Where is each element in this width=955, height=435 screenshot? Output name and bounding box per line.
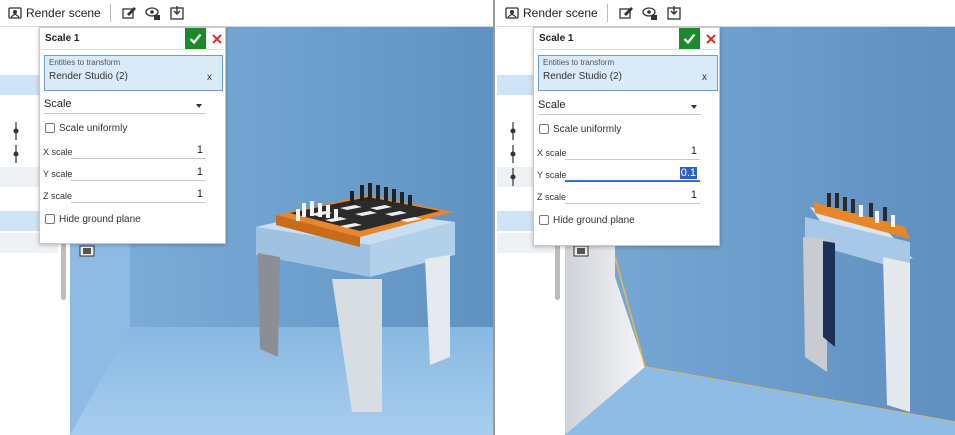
chevron-down-icon	[196, 104, 202, 108]
hide-ground-plane-checkbox[interactable]: Hide ground plane	[539, 213, 635, 227]
toolbar: Render scene	[0, 0, 493, 27]
x-scale-field[interactable]: X scale 1	[43, 144, 206, 160]
entities-label: Entities to transform	[49, 58, 121, 67]
camera-view-button[interactable]	[638, 2, 662, 24]
entities-to-transform-field[interactable]: Entities to transform Render Studio (2) …	[44, 55, 223, 91]
transform-type-select[interactable]: Scale	[44, 98, 206, 114]
transform-type-value: Scale	[44, 98, 72, 110]
transform-type-select[interactable]: Scale	[538, 99, 701, 115]
checkmark-icon	[683, 33, 696, 45]
appearance-edit-icon	[122, 7, 136, 19]
chevron-down-icon	[691, 105, 697, 109]
close-icon	[212, 33, 222, 44]
y-scale-value: 1	[196, 166, 203, 178]
render-scene-button[interactable]: Render scene	[502, 2, 601, 24]
mate-connector-icon	[510, 122, 516, 140]
scale-dialog: Scale 1 Entities to transform Render Stu…	[39, 27, 226, 244]
toolbar-divider	[109, 4, 111, 22]
camera-view-button[interactable]	[141, 2, 165, 24]
close-icon	[706, 33, 716, 44]
scale-uniformly-label: Scale uniformly	[553, 123, 622, 135]
checkbox-box[interactable]	[45, 123, 55, 133]
confirm-button[interactable]	[185, 28, 206, 49]
y-scale-field[interactable]: Y scale 0.1	[537, 167, 700, 183]
z-scale-label: Z scale	[43, 191, 73, 201]
x-scale-label: X scale	[537, 148, 567, 158]
entities-value: Render Studio (2)	[543, 71, 622, 82]
y-scale-input[interactable]: 0.1	[565, 167, 700, 182]
scale-uniformly-label: Scale uniformly	[59, 122, 128, 134]
export-image-icon	[667, 6, 681, 20]
checkbox-box[interactable]	[45, 214, 55, 224]
view-cube-icon[interactable]	[79, 243, 95, 257]
hide-ground-plane-checkbox[interactable]: Hide ground plane	[45, 212, 141, 226]
z-scale-input[interactable]: 1	[71, 188, 206, 203]
x-scale-value: 1	[690, 145, 697, 157]
export-image-icon	[170, 6, 184, 20]
hide-ground-plane-label: Hide ground plane	[59, 213, 141, 225]
mate-connector-icon	[510, 145, 516, 163]
x-scale-input[interactable]: 1	[565, 145, 700, 160]
mate-connector-icon	[13, 145, 19, 163]
render-scene-button[interactable]: Render scene	[5, 2, 104, 24]
appearance-edit-button[interactable]	[614, 2, 638, 24]
x-scale-field[interactable]: X scale 1	[537, 145, 700, 161]
export-image-button[interactable]	[662, 2, 686, 24]
x-scale-label: X scale	[43, 147, 73, 157]
cancel-button[interactable]	[208, 28, 226, 49]
z-scale-field[interactable]: Z scale 1	[537, 189, 700, 205]
clear-entities-button[interactable]: x	[207, 72, 212, 83]
entities-to-transform-field[interactable]: Entities to transform Render Studio (2) …	[538, 55, 718, 91]
scale-uniformly-checkbox[interactable]: Scale uniformly	[45, 121, 127, 135]
right-pane: Render scene Scale 1 Entities to transfo…	[497, 0, 955, 435]
left-pane: Render scene Scale 1 Entities to transfo…	[0, 0, 495, 435]
z-scale-field[interactable]: Z scale 1	[43, 188, 206, 204]
y-scale-value: 0.1	[679, 167, 697, 179]
checkbox-box[interactable]	[539, 215, 549, 225]
checkbox-box[interactable]	[539, 124, 549, 134]
hide-ground-plane-label: Hide ground plane	[553, 214, 635, 226]
render-scene-icon	[505, 7, 519, 19]
scale-dialog: Scale 1 Entities to transform Render Stu…	[533, 27, 720, 246]
camera-view-icon	[145, 7, 160, 20]
clear-entities-button[interactable]: x	[702, 72, 707, 83]
z-scale-input[interactable]: 1	[565, 189, 700, 204]
y-scale-input[interactable]: 1	[71, 166, 206, 181]
x-scale-input[interactable]: 1	[71, 144, 206, 159]
transform-type-value: Scale	[538, 99, 566, 111]
cancel-button[interactable]	[702, 28, 720, 49]
y-scale-label: Y scale	[43, 169, 73, 179]
render-scene-label: Render scene	[523, 6, 598, 20]
checkmark-icon	[189, 33, 202, 45]
appearance-edit-button[interactable]	[117, 2, 141, 24]
z-scale-label: Z scale	[537, 192, 567, 202]
scale-uniformly-checkbox[interactable]: Scale uniformly	[539, 122, 621, 136]
camera-view-icon	[642, 7, 657, 20]
z-scale-value: 1	[196, 188, 203, 200]
entities-label: Entities to transform	[543, 58, 615, 67]
z-scale-value: 1	[690, 189, 697, 201]
export-image-button[interactable]	[165, 2, 189, 24]
render-scene-label: Render scene	[26, 6, 101, 20]
entities-value: Render Studio (2)	[49, 71, 128, 82]
toolbar: Render scene	[497, 0, 955, 27]
toolbar-divider	[606, 4, 608, 22]
render-scene-icon	[8, 7, 22, 19]
confirm-button[interactable]	[679, 28, 700, 49]
appearance-edit-icon	[619, 7, 633, 19]
y-scale-label: Y scale	[537, 170, 567, 180]
mate-connector-icon	[510, 168, 516, 186]
y-scale-field[interactable]: Y scale 1	[43, 166, 206, 182]
x-scale-value: 1	[196, 144, 203, 156]
